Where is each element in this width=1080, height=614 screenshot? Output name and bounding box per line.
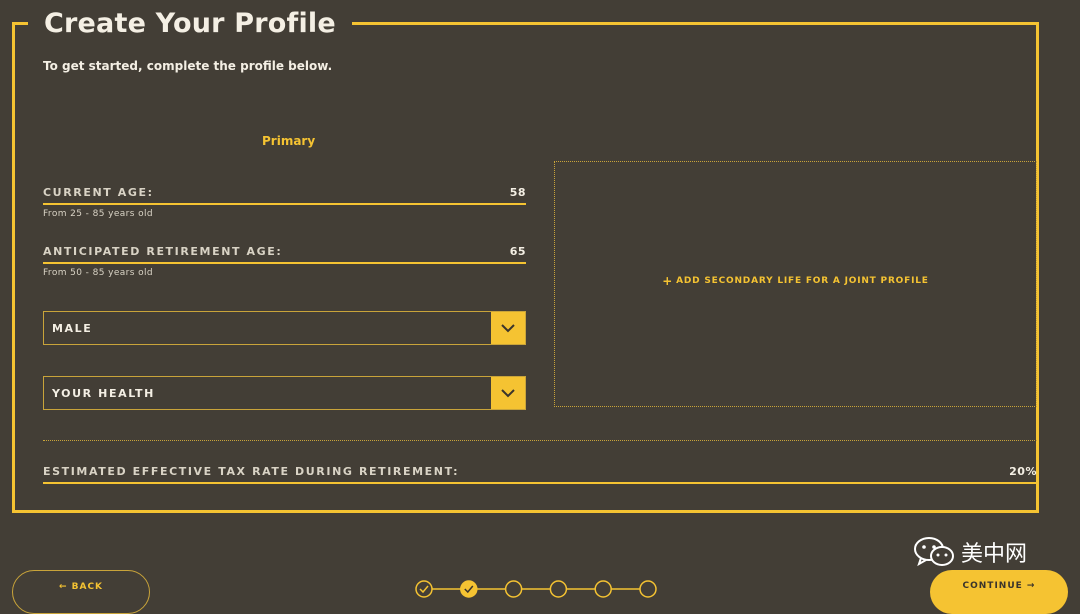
stepper-step[interactable] [504,580,523,598]
chevron-down-icon [501,324,515,333]
tax-rate-value[interactable]: 20% [1009,465,1037,478]
health-select-value: YOUR HEALTH [52,386,155,400]
current-age-label: CURRENT AGE: [43,186,154,199]
current-age-field[interactable]: CURRENT AGE: 58 [43,181,526,205]
stepper-step[interactable] [460,580,478,598]
stepper-step[interactable] [594,580,612,598]
add-secondary-life-box[interactable]: + ADD SECONDARY LIFE FOR A JOINT PROFILE [554,161,1037,407]
continue-button[interactable]: CONTINUE → [930,570,1068,614]
wechat-icon [914,537,954,567]
primary-label: Primary [262,134,316,148]
tax-rate-label: ESTIMATED EFFECTIVE TAX RATE DURING RETI… [43,465,460,478]
stepper-step[interactable] [639,580,657,598]
tax-rate-field[interactable]: ESTIMATED EFFECTIVE TAX RATE DURING RETI… [43,458,1037,484]
page-title: Create Your Profile [44,7,336,39]
stepper-circle [415,580,433,598]
current-age-hint: From 25 - 85 years old [43,209,154,219]
gender-select[interactable]: MALE [43,311,526,345]
title-wrap: Create Your Profile [28,0,352,46]
section-divider [43,440,1037,441]
progress-stepper [415,580,657,598]
health-select[interactable]: YOUR HEALTH [43,376,526,410]
retirement-age-value[interactable]: 65 [510,245,526,258]
add-secondary-life-label: ADD SECONDARY LIFE FOR A JOINT PROFILE [676,276,929,286]
stepper-circle [549,580,568,598]
health-select-toggle[interactable] [491,377,525,409]
add-secondary-life-button[interactable]: + ADD SECONDARY LIFE FOR A JOINT PROFILE [662,274,928,288]
retirement-age-field[interactable]: ANTICIPATED RETIREMENT AGE: 65 [43,240,526,264]
retirement-age-hint: From 50 - 85 years old [43,268,154,278]
stepper-circle [460,580,478,598]
current-age-value[interactable]: 58 [510,186,526,199]
plus-icon: + [662,274,674,288]
watermark: 美中网 [913,532,1027,572]
stepper-circle [639,580,657,598]
stepper-circle [594,580,612,598]
stepper-step[interactable] [415,580,433,598]
check-icon [419,585,429,594]
chevron-down-icon [501,389,515,398]
stepper-step[interactable] [549,580,568,598]
retirement-age-label: ANTICIPATED RETIREMENT AGE: [43,245,283,258]
gender-select-value: MALE [52,321,93,335]
stepper-circle [504,580,523,598]
watermark-text: 美中网 [961,542,1028,567]
page-subtitle: To get started, complete the profile bel… [43,59,333,73]
back-button[interactable]: ← BACK [12,570,150,614]
gender-select-toggle[interactable] [491,312,525,344]
